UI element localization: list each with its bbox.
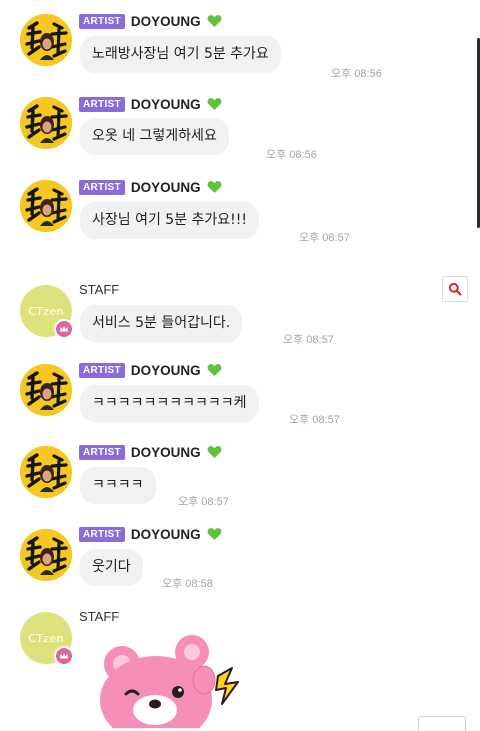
sender-name: DOYOUNG xyxy=(130,13,201,29)
staff-avatar[interactable]: CTzen xyxy=(20,285,74,339)
artist-avatar[interactable] xyxy=(20,364,72,416)
sender-line: ARTIST DOYOUNG xyxy=(79,178,222,196)
sender-name: DOYOUNG xyxy=(130,526,201,542)
artist-badge: ARTIST xyxy=(79,96,125,112)
message-bubble[interactable]: 서비스 5분 들어갑니다. xyxy=(80,305,243,342)
green-heart-icon xyxy=(207,97,222,111)
artist-avatar[interactable] xyxy=(20,97,72,149)
message-bubble[interactable]: ㅋㅋㅋㅋㅋㅋㅋㅋㅋㅋㅋ케 xyxy=(80,385,259,422)
pink-bear-sticker[interactable] xyxy=(92,628,242,728)
message-time: 오후 08:57 xyxy=(299,232,350,244)
message-bubble[interactable]: 사장님 여기 5분 추가요!!! xyxy=(80,202,260,239)
message-bubble[interactable]: 웃기다 xyxy=(80,549,143,586)
green-heart-icon xyxy=(207,527,222,541)
sender-name: DOYOUNG xyxy=(130,96,201,112)
staff-logo-text: CTzen xyxy=(28,631,64,645)
sender-line: ARTIST DOYOUNG xyxy=(79,12,222,30)
crown-icon xyxy=(54,646,74,666)
sender-line: ARTIST DOYOUNG xyxy=(79,525,222,543)
artist-avatar[interactable] xyxy=(20,446,72,498)
message-time: 오후 08:56 xyxy=(266,149,317,161)
input-box-edge[interactable] xyxy=(418,716,466,731)
artist-badge: ARTIST xyxy=(79,13,125,29)
green-heart-icon xyxy=(207,180,222,194)
artist-avatar[interactable] xyxy=(20,180,72,232)
sender-line: ARTIST DOYOUNG xyxy=(79,443,222,461)
artist-badge: ARTIST xyxy=(79,526,125,542)
green-heart-icon xyxy=(207,445,222,459)
green-heart-icon xyxy=(207,14,222,28)
message-time: 오후 08:57 xyxy=(283,334,334,346)
sender-name: STAFF xyxy=(79,608,120,624)
artist-badge: ARTIST xyxy=(79,362,125,378)
artist-avatar[interactable] xyxy=(20,14,72,66)
staff-logo-text: CTzen xyxy=(28,304,64,318)
search-icon xyxy=(448,282,462,296)
green-heart-icon xyxy=(207,363,222,377)
sender-name: STAFF xyxy=(79,281,120,297)
message-bubble[interactable]: 노래방사장님 여기 5분 추가요 xyxy=(80,36,281,73)
crown-icon xyxy=(54,319,74,339)
sender-line: ARTIST DOYOUNG xyxy=(79,95,222,113)
sender-name: DOYOUNG xyxy=(130,444,201,460)
message-time: 오후 08:57 xyxy=(178,496,229,508)
staff-avatar[interactable]: CTzen xyxy=(20,612,74,666)
message-time: 오후 08:58 xyxy=(162,578,213,590)
message-time: 오후 08:57 xyxy=(289,414,340,426)
sender-name: DOYOUNG xyxy=(130,179,201,195)
search-button[interactable] xyxy=(442,276,468,302)
sender-line: ARTIST DOYOUNG xyxy=(79,361,222,379)
sender-line: STAFF xyxy=(79,607,119,625)
sender-line: STAFF xyxy=(79,280,119,298)
artist-badge: ARTIST xyxy=(79,179,125,195)
sender-name: DOYOUNG xyxy=(130,362,201,378)
message-time: 오후 08:56 xyxy=(331,68,382,80)
artist-badge: ARTIST xyxy=(79,444,125,460)
message-bubble[interactable]: 오옷 네 그렇게하세요 xyxy=(80,118,229,155)
artist-avatar[interactable] xyxy=(20,529,72,581)
message-bubble[interactable]: ㅋㅋㅋㅋ xyxy=(80,467,156,504)
